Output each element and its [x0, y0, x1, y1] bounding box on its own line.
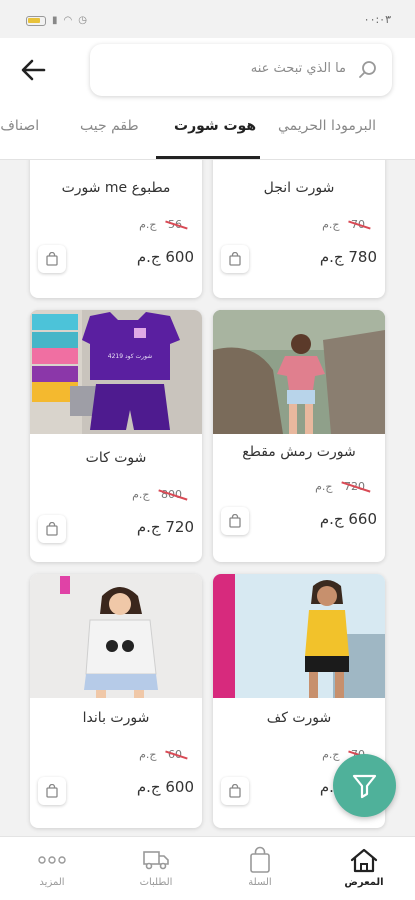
product-card[interactable]: مطبوع me شورت 56 ج.م 600 ج.م	[30, 160, 202, 298]
bag-icon	[250, 846, 270, 873]
product-card[interactable]: شورت رمش مقطع 720 ج.م 660 ج.م	[213, 310, 385, 562]
bag-icon	[229, 784, 241, 798]
more-icon	[38, 856, 66, 864]
nav-more-label: المزيد	[39, 877, 65, 888]
bag-icon	[46, 522, 58, 536]
product-price: 660 ج.م	[319, 510, 377, 528]
product-title: شورت انجل	[263, 180, 335, 196]
add-to-cart-button[interactable]	[221, 507, 249, 535]
add-to-cart-button[interactable]	[38, 515, 66, 543]
status-bar: ▮ ◠ ◷ ٠٠:٠٣	[0, 0, 415, 38]
product-title: مطبوع me شورت	[61, 180, 171, 196]
alarm-icon: ◷	[78, 15, 87, 26]
old-price-currency: ج.م	[132, 488, 150, 501]
tab-skirt-set[interactable]: طقم جيب	[80, 118, 139, 134]
arrow-left-icon	[21, 59, 46, 81]
old-price-value: 720	[344, 480, 365, 493]
old-price-value: 70	[351, 218, 365, 231]
product-title: شورت باندا	[82, 710, 150, 726]
status-icons: ▮ ◠ ◷	[26, 15, 87, 26]
product-price: 600 ج.م	[136, 778, 194, 796]
product-image: شورت كود 4219	[30, 310, 202, 434]
product-image	[30, 574, 202, 698]
nav-cart[interactable]: السلة	[220, 845, 300, 888]
bag-icon	[229, 252, 241, 266]
tab-categories[interactable]: اصناف ا	[0, 118, 39, 134]
product-price: 720 ج.م	[136, 518, 194, 536]
tab-bermuda[interactable]: البرمودا الحريمي	[278, 118, 376, 134]
old-price: 720 ج.م	[315, 480, 365, 493]
nav-gallery-label: المعرض	[344, 877, 384, 888]
product-price: 780 ج.م	[319, 248, 377, 266]
filter-button[interactable]	[333, 754, 396, 817]
old-price-currency: ج.م	[322, 218, 340, 231]
bag-icon	[46, 784, 58, 798]
product-card[interactable]: شورت انجل 70 ج.م 780 ج.م	[213, 160, 385, 298]
bag-icon	[46, 252, 58, 266]
signal-icon: ▮	[52, 15, 58, 26]
search-icon	[359, 61, 376, 78]
old-price: 60 ج.م	[139, 748, 182, 761]
product-title: شورت رمش مقطع	[242, 444, 356, 460]
old-price-value: 56	[168, 218, 182, 231]
home-icon	[350, 848, 378, 873]
search-input[interactable]: ما الذي تبحث عنه	[90, 44, 392, 96]
old-price-value: 800	[161, 488, 182, 501]
wifi-icon: ◠	[63, 15, 73, 26]
old-price-value: 60	[168, 748, 182, 761]
bag-icon	[229, 514, 241, 528]
old-price: 56 ج.م	[139, 218, 182, 231]
product-card[interactable]: شورت كود 4219 شوت كات 800 ج.م 720 ج.م	[30, 310, 202, 562]
product-title: شوت كات	[85, 450, 147, 466]
add-to-cart-button[interactable]	[38, 245, 66, 273]
active-tab-indicator	[156, 156, 260, 159]
old-price: 70 ج.م	[322, 218, 365, 231]
battery-icon	[26, 15, 46, 26]
category-tabs: البرمودا الحريمي هوت شورت طقم جيب اصناف …	[0, 102, 415, 160]
add-to-cart-button[interactable]	[38, 777, 66, 805]
add-to-cart-button[interactable]	[221, 777, 249, 805]
old-price-currency: ج.م	[139, 218, 157, 231]
old-price: 800 ج.م	[132, 488, 182, 501]
nav-orders-label: الطلبات	[139, 877, 173, 888]
back-button[interactable]	[18, 56, 48, 84]
product-image	[213, 574, 385, 698]
product-image	[213, 310, 385, 434]
header: ما الذي تبحث عنه	[0, 38, 415, 102]
old-price-currency: ج.م	[315, 480, 333, 493]
nav-orders[interactable]: الطلبات	[116, 845, 196, 888]
old-price-currency: ج.م	[322, 748, 340, 761]
product-card[interactable]: شورت باندا 60 ج.م 600 ج.م	[30, 574, 202, 828]
nav-cart-label: السلة	[248, 877, 272, 888]
add-to-cart-button[interactable]	[221, 245, 249, 273]
tab-hot-short[interactable]: هوت شورت	[174, 118, 256, 134]
old-price-currency: ج.م	[139, 748, 157, 761]
nav-more[interactable]: المزيد	[12, 845, 92, 888]
product-grid: مطبوع me شورت 56 ج.م 600 ج.م شورت انجل 7…	[0, 160, 415, 836]
status-time: ٠٠:٠٣	[363, 13, 391, 26]
search-placeholder: ما الذي تبحث عنه	[250, 61, 346, 76]
product-price: 600 ج.م	[136, 248, 194, 266]
nav-gallery[interactable]: المعرض	[324, 845, 404, 888]
filter-icon	[352, 774, 377, 799]
truck-icon	[143, 851, 169, 870]
shirt-print-text: شورت كود 4219	[108, 353, 152, 360]
bottom-nav: المزيد الطلبات السلة المعرض	[0, 836, 415, 900]
product-title: شورت كف	[266, 710, 332, 726]
